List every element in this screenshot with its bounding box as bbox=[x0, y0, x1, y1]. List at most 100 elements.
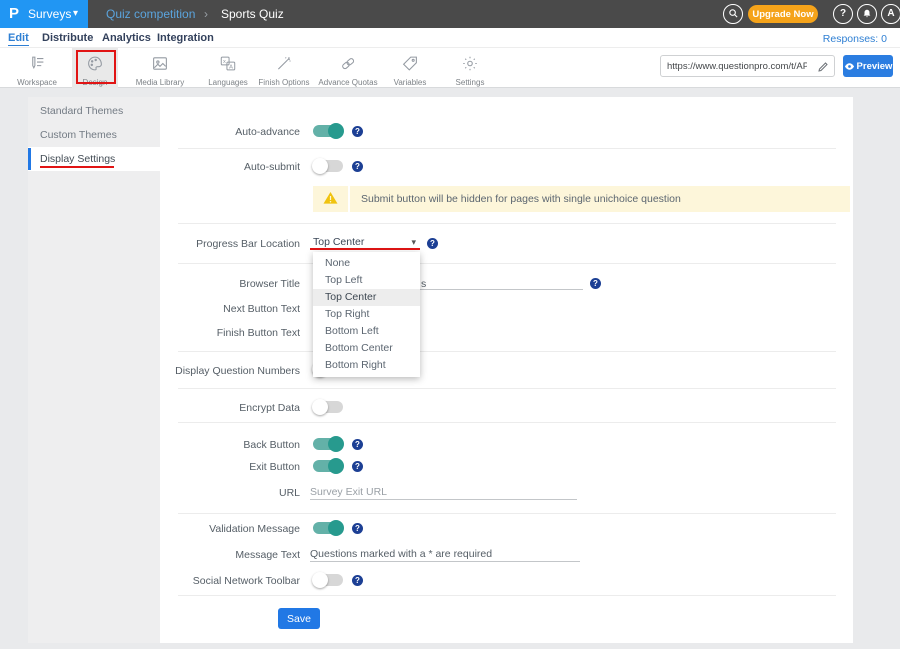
gear-icon bbox=[461, 55, 479, 72]
toolbar-item-label: Workspace bbox=[5, 78, 69, 87]
message-text-input[interactable] bbox=[310, 546, 580, 562]
browser-title-visible-value: s bbox=[421, 278, 426, 290]
toolbar-item-languages[interactable]: xA Languages bbox=[196, 48, 260, 88]
auto-submit-help-icon[interactable]: ? bbox=[352, 161, 363, 172]
breadcrumb-current: Sports Quiz bbox=[221, 7, 284, 21]
toolbar-item-variables[interactable]: Variables bbox=[378, 48, 442, 88]
tab-integration[interactable]: Integration bbox=[157, 32, 214, 44]
auto-submit-toggle[interactable] bbox=[313, 160, 343, 172]
toolbar-item-finish-options[interactable]: Finish Options bbox=[252, 48, 316, 88]
encrypt-data-toggle[interactable] bbox=[313, 401, 343, 413]
save-button[interactable]: Save bbox=[278, 608, 320, 629]
notifications-bell-icon[interactable] bbox=[857, 4, 877, 24]
submit-hidden-warning: Submit button will be hidden for pages w… bbox=[313, 186, 850, 212]
auto-submit-label: Auto-submit bbox=[150, 161, 300, 173]
validation-message-help-icon[interactable]: ? bbox=[352, 523, 363, 534]
survey-url-field bbox=[660, 55, 835, 77]
toolbar-item-workspace[interactable]: Workspace bbox=[5, 48, 69, 88]
product-name: Surveys bbox=[28, 7, 71, 21]
back-button-help-icon[interactable]: ? bbox=[352, 439, 363, 450]
menu-option-none[interactable]: None bbox=[313, 255, 420, 272]
tab-analytics[interactable]: Analytics bbox=[102, 32, 151, 44]
auto-advance-label: Auto-advance bbox=[150, 126, 300, 138]
message-text-label: Message Text bbox=[150, 549, 300, 561]
tag-icon bbox=[401, 55, 419, 72]
top-center-annotation-underline bbox=[310, 248, 420, 250]
chevron-down-icon: ▾ bbox=[411, 237, 416, 248]
back-button-label: Back Button bbox=[150, 439, 300, 451]
top-bar: P Surveys ▾ Quiz competition › Sports Qu… bbox=[0, 0, 900, 28]
toolbar-item-label: Finish Options bbox=[252, 78, 316, 87]
divider bbox=[178, 513, 836, 514]
exit-url-label: URL bbox=[150, 487, 300, 499]
back-button-toggle[interactable] bbox=[313, 438, 343, 450]
edit-toolbar: Workspace Design Media Library xA Langua… bbox=[0, 48, 900, 88]
toolbar-item-label: Variables bbox=[378, 78, 442, 87]
divider bbox=[178, 422, 836, 423]
social-network-toolbar-label: Social Network Toolbar bbox=[150, 575, 300, 587]
browser-title-help-icon[interactable]: ? bbox=[590, 278, 601, 289]
tab-edit[interactable]: Edit bbox=[8, 32, 29, 46]
toolbar-item-media-library[interactable]: Media Library bbox=[126, 48, 194, 88]
divider bbox=[178, 351, 836, 352]
questionpro-app: P Surveys ▾ Quiz competition › Sports Qu… bbox=[0, 0, 900, 649]
breadcrumb-separator-icon: › bbox=[204, 7, 208, 21]
search-icon[interactable] bbox=[723, 4, 743, 24]
menu-option-top-right[interactable]: Top Right bbox=[313, 306, 420, 323]
upgrade-now-button[interactable]: Upgrade Now bbox=[748, 5, 818, 23]
warning-triangle-icon bbox=[322, 190, 339, 206]
sidebar-item-standard-themes[interactable]: Standard Themes bbox=[28, 99, 160, 123]
svg-text:x: x bbox=[223, 59, 226, 65]
avatar[interactable]: A bbox=[881, 4, 900, 24]
edit-url-pencil-icon[interactable] bbox=[817, 60, 829, 78]
toggle-knob bbox=[312, 572, 328, 588]
help-icon[interactable]: ? bbox=[833, 4, 853, 24]
toolbar-item-label: Media Library bbox=[126, 78, 194, 87]
progress-bar-location-label: Progress Bar Location bbox=[150, 238, 300, 250]
divider bbox=[178, 223, 836, 224]
exit-url-input[interactable] bbox=[310, 484, 577, 500]
image-icon bbox=[151, 55, 169, 72]
finish-button-text-label: Finish Button Text bbox=[150, 327, 300, 339]
sidebar-item-custom-themes[interactable]: Custom Themes bbox=[28, 123, 160, 147]
divider bbox=[178, 148, 836, 149]
magic-wand-icon bbox=[275, 55, 293, 72]
auto-advance-toggle[interactable] bbox=[313, 125, 343, 137]
validation-message-toggle[interactable] bbox=[313, 522, 343, 534]
menu-option-bottom-left[interactable]: Bottom Left bbox=[313, 323, 420, 340]
validation-message-label: Validation Message bbox=[150, 523, 300, 535]
questionpro-logo-icon: P bbox=[9, 5, 19, 22]
breadcrumb-parent[interactable]: Quiz competition bbox=[106, 7, 195, 21]
exit-button-help-icon[interactable]: ? bbox=[352, 461, 363, 472]
social-network-toolbar-toggle[interactable] bbox=[313, 574, 343, 586]
workspace-pencil-list-icon bbox=[28, 55, 46, 72]
toolbar-item-settings[interactable]: Settings bbox=[438, 48, 502, 88]
survey-url-input[interactable] bbox=[667, 56, 807, 76]
social-network-toolbar-help-icon[interactable]: ? bbox=[352, 575, 363, 586]
survey-nav: Edit Distribute Analytics Integration Re… bbox=[0, 28, 900, 48]
tab-distribute[interactable]: Distribute bbox=[42, 32, 93, 44]
toolbar-item-advance-quotas[interactable]: Advance Quotas bbox=[316, 48, 380, 88]
divider bbox=[178, 595, 836, 596]
display-settings-annotation-underline bbox=[40, 166, 114, 168]
toggle-knob bbox=[328, 123, 344, 139]
menu-option-top-left[interactable]: Top Left bbox=[313, 272, 420, 289]
toolbar-item-label: Advance Quotas bbox=[316, 78, 380, 87]
preview-button[interactable]: Preview bbox=[843, 55, 893, 77]
auto-advance-help-icon[interactable]: ? bbox=[352, 126, 363, 137]
menu-option-bottom-center[interactable]: Bottom Center bbox=[313, 340, 420, 357]
toggle-knob bbox=[312, 399, 328, 415]
svg-text:A: A bbox=[229, 64, 233, 70]
browser-title-label: Browser Title bbox=[150, 278, 300, 290]
next-button-text-label: Next Button Text bbox=[150, 303, 300, 315]
responses-count[interactable]: Responses: 0 bbox=[823, 33, 887, 45]
exit-button-toggle[interactable] bbox=[313, 460, 343, 472]
menu-option-top-center[interactable]: Top Center bbox=[313, 289, 420, 306]
toggle-knob bbox=[312, 158, 328, 174]
progress-bar-help-icon[interactable]: ? bbox=[427, 238, 438, 249]
display-question-numbers-label: Display Question Numbers bbox=[150, 365, 300, 377]
chain-links-icon bbox=[339, 55, 357, 72]
surveys-menu[interactable]: P Surveys ▾ bbox=[0, 0, 88, 28]
menu-option-bottom-right[interactable]: Bottom Right bbox=[313, 357, 420, 374]
toggle-knob bbox=[328, 458, 344, 474]
